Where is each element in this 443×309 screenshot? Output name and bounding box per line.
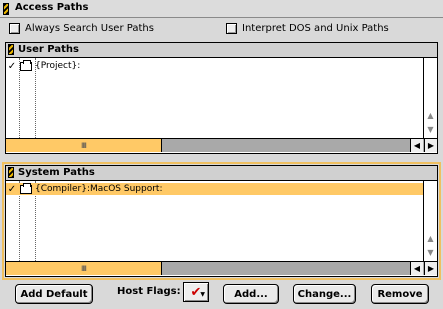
always-search-label: Always Search User Paths xyxy=(25,22,154,34)
user-paths-hscroll[interactable]: lllll ◀ ▶ xyxy=(6,138,437,152)
interpret-paths-label: Interpret DOS and Unix Paths xyxy=(242,22,389,34)
panel-grip-icon xyxy=(8,167,14,178)
scroll-right-icon[interactable]: ▶ xyxy=(424,139,437,152)
button-bar: Add Default Host Flags: ✔ ▼ Add... Chang… xyxy=(0,282,443,304)
system-paths-list[interactable]: ✓ {Compiler}:MacOS Support: ▲ ▼ xyxy=(6,181,437,261)
path-text: {Project}: xyxy=(35,61,81,71)
interpret-paths-option[interactable]: Interpret DOS and Unix Paths xyxy=(226,21,389,35)
system-paths-title: System Paths xyxy=(18,167,95,178)
scroll-down-icon[interactable]: ▼ xyxy=(424,122,437,136)
list-item[interactable]: ✓ {Compiler}:MacOS Support: xyxy=(6,182,423,195)
scroll-left-icon[interactable]: ◀ xyxy=(410,139,423,152)
host-flags-popup[interactable]: ✔ ▼ xyxy=(183,282,209,302)
folder-icon xyxy=(20,182,32,194)
scroll-up-icon[interactable]: ▲ xyxy=(424,231,437,245)
add-button[interactable]: Add... xyxy=(223,284,279,304)
change-button[interactable]: Change... xyxy=(293,284,356,304)
popup-arrow-icon: ▼ xyxy=(200,291,205,298)
interpret-paths-checkbox[interactable] xyxy=(226,22,237,34)
user-paths-header[interactable]: User Paths xyxy=(6,43,437,58)
system-paths-vscroll[interactable]: ▲ ▼ xyxy=(423,181,437,261)
window-grip-icon xyxy=(3,3,9,15)
panel-grip-icon xyxy=(8,44,14,55)
scroll-right-icon[interactable]: ▶ xyxy=(424,262,437,275)
scroll-up-icon[interactable]: ▲ xyxy=(424,108,437,122)
add-default-button[interactable]: Add Default xyxy=(15,284,93,304)
user-paths-title: User Paths xyxy=(18,44,79,55)
path-text: {Compiler}:MacOS Support: xyxy=(35,184,163,194)
checkmark-icon[interactable]: ✓ xyxy=(6,184,18,195)
system-paths-hscroll[interactable]: lllll ◀ ▶ xyxy=(6,261,437,275)
remove-button[interactable]: Remove xyxy=(371,284,429,304)
system-paths-header[interactable]: System Paths xyxy=(6,166,437,181)
always-search-option[interactable]: Always Search User Paths xyxy=(9,21,154,35)
system-paths-panel: System Paths ✓ {Compiler}:MacOS Support:… xyxy=(2,162,441,280)
user-paths-list[interactable]: ✓ {Project}: ▲ ▼ xyxy=(6,58,437,138)
host-flags-label: Host Flags: xyxy=(117,286,181,297)
window-title: Access Paths xyxy=(15,2,89,13)
always-search-checkbox[interactable] xyxy=(9,22,20,34)
window-titlebar[interactable]: Access Paths xyxy=(0,0,443,18)
checkmark-icon[interactable]: ✓ xyxy=(6,61,18,72)
list-item[interactable]: ✓ {Project}: xyxy=(6,59,423,72)
user-paths-vscroll[interactable]: ▲ ▼ xyxy=(423,58,437,138)
scroll-thumb[interactable]: lllll xyxy=(6,262,162,275)
folder-icon xyxy=(20,59,32,71)
user-paths-panel: User Paths ✓ {Project}: ▲ ▼ lllll ◀ ▶ xyxy=(5,42,438,154)
scroll-down-icon[interactable]: ▼ xyxy=(424,245,437,259)
scroll-left-icon[interactable]: ◀ xyxy=(410,262,423,275)
scroll-thumb[interactable]: lllll xyxy=(6,139,162,152)
